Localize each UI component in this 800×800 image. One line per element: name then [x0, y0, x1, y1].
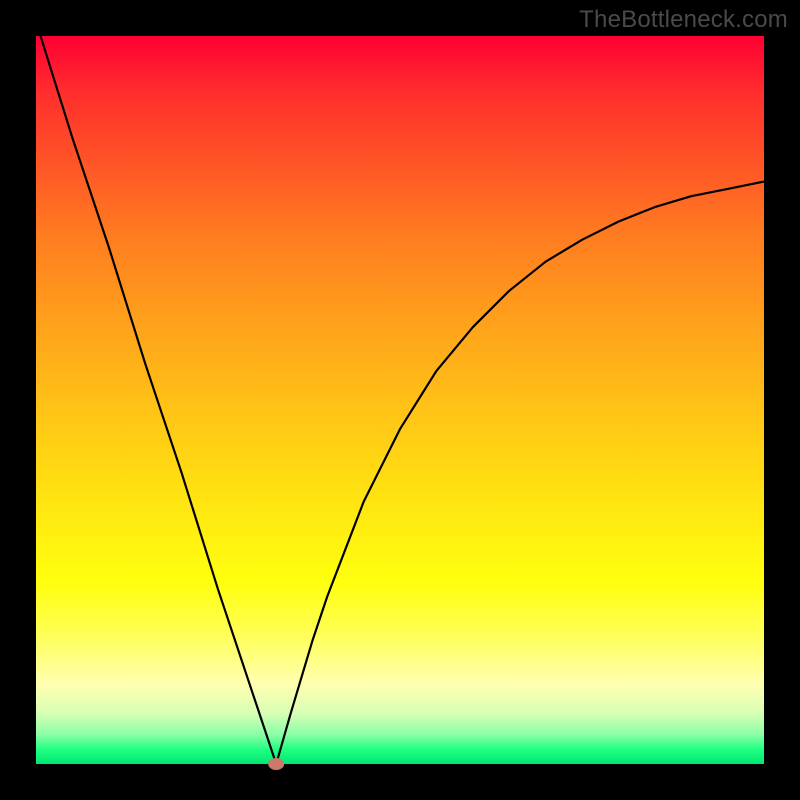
chart-svg [36, 36, 764, 764]
min-marker [268, 758, 284, 770]
plot-area [36, 36, 764, 764]
bottleneck-curve [36, 21, 764, 764]
chart-frame: TheBottleneck.com [0, 0, 800, 800]
watermark-text: TheBottleneck.com [579, 6, 788, 34]
